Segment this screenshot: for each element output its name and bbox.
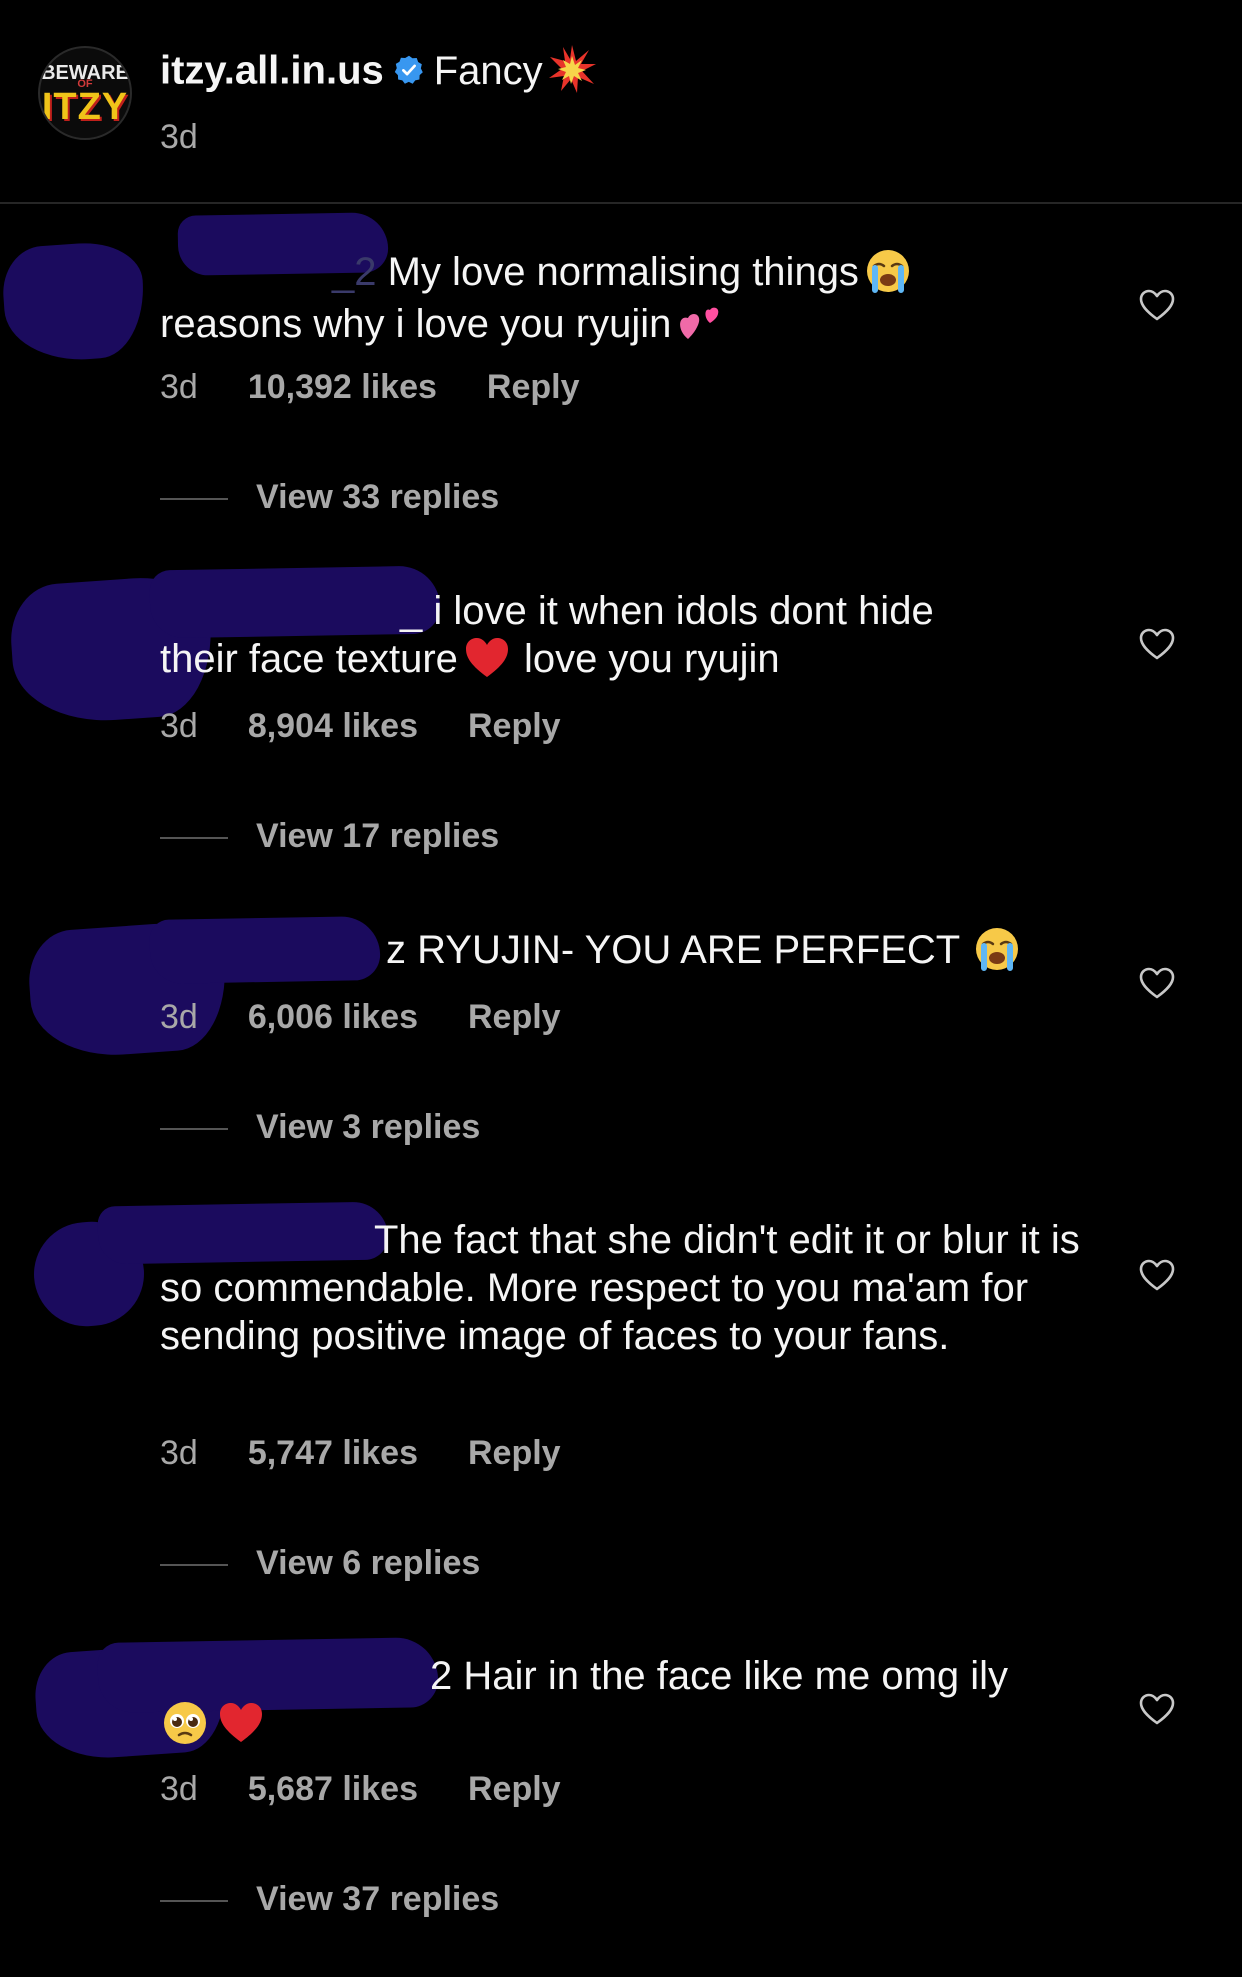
comment-text-lead: Hair in the face like me omg ily <box>463 1654 1009 1698</box>
comment-likes[interactable]: 8,904 likes <box>248 707 418 745</box>
heart-outline-icon[interactable] <box>1138 288 1176 322</box>
redacted-avatar <box>0 239 148 365</box>
heart-outline-icon[interactable] <box>1138 1258 1176 1292</box>
reply-button[interactable]: Reply <box>468 1770 561 1808</box>
comment-timestamp: 3d <box>160 998 198 1036</box>
pleading-face-icon <box>164 1702 206 1745</box>
red-heart-icon <box>465 638 508 678</box>
post-author-avatar[interactable]: BEWARE OF ITZY <box>38 46 132 140</box>
comment-meta: 3d 5,747 likes Reply <box>160 1434 561 1473</box>
heart-outline-icon[interactable] <box>1138 966 1176 1000</box>
heart-outline-icon[interactable] <box>1138 1692 1176 1726</box>
comment-text-tail: love you ryujin <box>523 637 780 681</box>
caption-line: itzy.all.in.us Fancy <box>160 44 597 102</box>
loudly-crying-face-icon <box>866 250 909 294</box>
replies-divider <box>160 498 228 501</box>
post-author-username[interactable]: itzy.all.in.us <box>160 49 384 93</box>
replies-divider <box>160 1900 228 1903</box>
red-heart-icon <box>220 1703 262 1743</box>
view-replies-button[interactable]: View 37 replies <box>160 1880 499 1919</box>
reply-button[interactable]: Reply <box>487 368 580 406</box>
comment-timestamp: 3d <box>160 1434 198 1472</box>
comment-text-lead: My love normalising things <box>387 250 859 294</box>
comment-text: _2 My love normalising things reasons wh… <box>160 248 1080 353</box>
comment-text: z RYUJIN- YOU ARE PERFECT <box>160 926 1080 978</box>
comment-meta: 3d 10,392 likes Reply <box>160 368 579 407</box>
view-replies-button[interactable]: View 3 replies <box>160 1108 480 1147</box>
replies-divider <box>160 1564 228 1567</box>
avatar-text-itzy: ITZY <box>41 86 129 128</box>
comment-username-fragment[interactable]: z <box>386 928 406 972</box>
comment-likes[interactable]: 10,392 likes <box>248 368 437 406</box>
comment-timestamp: 3d <box>160 707 198 745</box>
verified-badge-icon <box>394 55 423 84</box>
comment-text-lead: RYUJIN- YOU ARE PERFECT <box>417 928 961 972</box>
comment-meta: 3d 6,006 likes Reply <box>160 998 561 1037</box>
comment-text: 2 Hair in the face like me omg ily <box>160 1652 1080 1752</box>
loudly-crying-face-icon <box>976 928 1019 972</box>
view-replies-button[interactable]: View 6 replies <box>160 1544 480 1583</box>
view-replies-button[interactable]: View 17 replies <box>160 817 499 856</box>
replies-divider <box>160 837 228 840</box>
comment-username-fragment[interactable]: _2 <box>332 250 377 294</box>
view-replies-label[interactable]: View 17 replies <box>256 817 499 855</box>
view-replies-label[interactable]: View 6 replies <box>256 1544 480 1582</box>
two-hearts-icon <box>680 307 719 339</box>
comment-text-lead: i love it when idols dont hide <box>433 589 934 633</box>
collision-icon <box>548 45 596 93</box>
comment-likes[interactable]: 6,006 likes <box>248 998 418 1036</box>
view-replies-button[interactable]: View 33 replies <box>160 478 499 517</box>
caption-text: Fancy <box>433 48 543 93</box>
comment-likes[interactable]: 5,747 likes <box>248 1434 418 1472</box>
comment-text-tail: reasons why i love you ryujin <box>160 302 672 347</box>
view-replies-label[interactable]: View 3 replies <box>256 1108 480 1146</box>
comment-timestamp: 3d <box>160 1770 198 1808</box>
comment-meta: 3d 8,904 likes Reply <box>160 707 561 746</box>
comment-text-lead: The fact that she didn't edit it or blur… <box>160 1218 1080 1358</box>
comment-text-mid: their face texture <box>160 637 458 681</box>
comment-username-fragment[interactable]: 2 <box>430 1654 452 1698</box>
view-replies-label[interactable]: View 37 replies <box>256 1880 499 1918</box>
reply-button[interactable]: Reply <box>468 707 561 745</box>
comment-username-fragment[interactable]: _ <box>400 589 422 633</box>
comment-timestamp: 3d <box>160 368 198 406</box>
reply-button[interactable]: Reply <box>468 1434 561 1472</box>
replies-divider <box>160 1128 228 1131</box>
comment-likes[interactable]: 5,687 likes <box>248 1770 418 1808</box>
view-replies-label[interactable]: View 33 replies <box>256 478 499 516</box>
comment-text: The fact that she didn't edit it or blur… <box>160 1216 1090 1360</box>
comment-text: _ i love it when idols dont hide their f… <box>160 587 1080 687</box>
caption-timestamp: 3d <box>160 118 198 156</box>
heart-outline-icon[interactable] <box>1138 627 1176 661</box>
comment-meta: 3d 5,687 likes Reply <box>160 1770 561 1809</box>
post-caption: BEWARE OF ITZY itzy.all.in.us Fancy 3d <box>0 0 1242 204</box>
reply-button[interactable]: Reply <box>468 998 561 1036</box>
